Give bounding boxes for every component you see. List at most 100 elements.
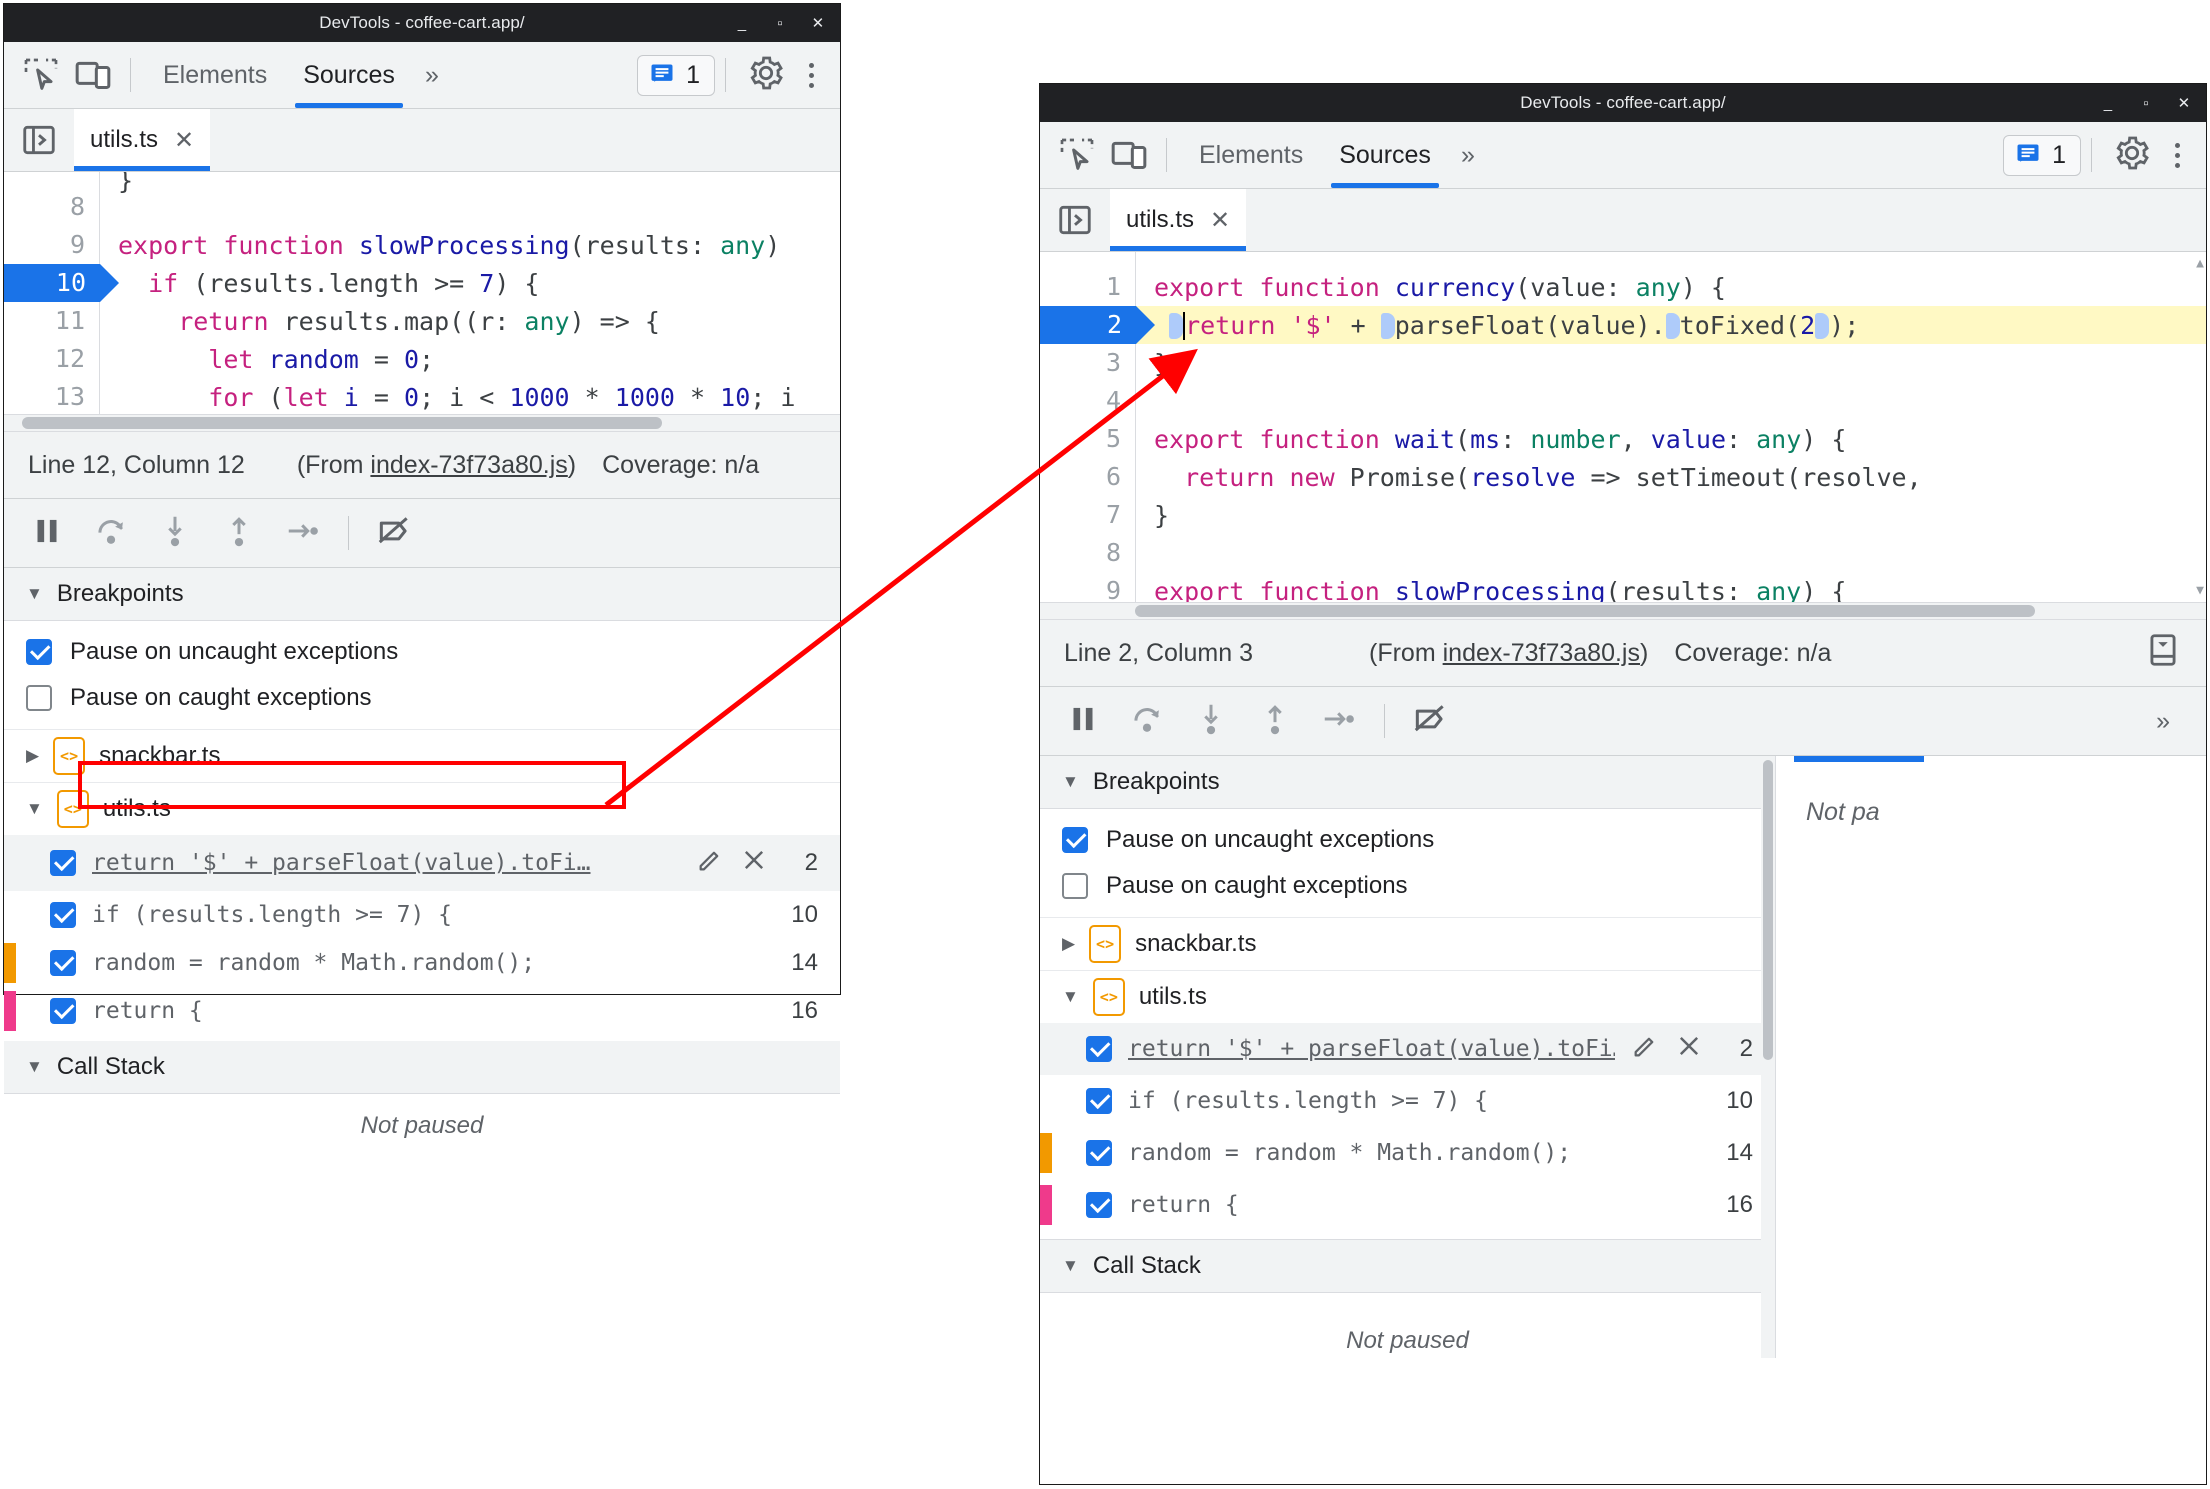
messages-badge[interactable]: 1 (637, 54, 715, 96)
devtools-window-front[interactable]: DevTools - coffee-cart.app/ _ ▫ ✕ Elemen… (1040, 84, 2206, 1484)
breakpoint-snippet[interactable]: random = random * Math.random(); (92, 950, 768, 976)
back-code-editor[interactable]: } 8 9 export function slowProcessing(res… (4, 172, 840, 414)
step-into-icon[interactable] (1192, 700, 1230, 743)
device-toolbar-icon[interactable] (70, 52, 116, 98)
step-over-icon[interactable] (92, 512, 130, 555)
back-breakpoints-section-header[interactable]: ▼ Breakpoints (4, 568, 840, 621)
more-tabs-chevron-icon[interactable]: » (413, 42, 451, 108)
step-over-icon[interactable] (1128, 700, 1166, 743)
breakpoint-checkbox[interactable] (50, 902, 76, 928)
breakpoint-snippet[interactable]: return '$' + parseFloat(value).toFi… (1128, 1036, 1615, 1062)
pause-on-caught-checkbox[interactable] (26, 685, 52, 711)
tab-elements[interactable]: Elements (145, 42, 285, 108)
chevron-down-icon[interactable]: ▼ (26, 799, 43, 819)
devtools-window-back[interactable]: DevTools - coffee-cart.app/ _ ▫ ✕ Elemen… (4, 4, 840, 1139)
step-icon[interactable] (1320, 700, 1358, 743)
front-breakpoints-vscrollbar[interactable] (1761, 756, 1775, 1358)
deactivate-breakpoints-icon[interactable] (375, 512, 413, 555)
pencil-icon[interactable] (696, 846, 724, 880)
breakpoint-snippet[interactable]: if (results.length >= 7) { (92, 902, 768, 928)
deactivate-breakpoints-icon[interactable] (1411, 700, 1449, 743)
chevron-right-icon[interactable]: ▶ (1062, 934, 1075, 954)
breakpoint-snippet[interactable]: return { (92, 998, 768, 1024)
line-number[interactable]: 8 (4, 188, 100, 226)
tab-sources[interactable]: Sources (285, 42, 413, 108)
line-number[interactable]: 7 (1040, 496, 1136, 534)
breakpoint-row[interactable]: return '$' + parseFloat(value).toFi… 2 (1040, 1023, 1775, 1075)
pause-on-uncaught-checkbox[interactable] (1062, 827, 1088, 853)
file-tab-close-icon[interactable]: ✕ (1210, 206, 1230, 235)
inspect-element-icon[interactable] (1054, 132, 1100, 178)
breakpoint-snippet[interactable]: random = random * Math.random(); (1128, 1140, 1703, 1166)
breakpoint-row[interactable]: if (results.length >= 7) { 10 (4, 891, 840, 939)
line-number[interactable]: 6 (1040, 458, 1136, 496)
breakpoint-file-snackbar-ts[interactable]: ▶ <> snackbar.ts (1040, 917, 1775, 970)
front-breakpoints-section-header[interactable]: ▼ Breakpoints (1040, 756, 1775, 809)
line-number[interactable]: 9 (1040, 572, 1136, 602)
back-window-controls[interactable]: _ ▫ ✕ (734, 4, 826, 42)
line-number[interactable]: 2 (1040, 306, 1155, 344)
pause-on-uncaught-checkbox[interactable] (26, 639, 52, 665)
kebab-menu-icon[interactable] (796, 62, 826, 88)
minimize-icon[interactable]: _ (734, 16, 750, 31)
front-editor-hscrollbar[interactable] (1040, 602, 2206, 619)
navigator-panel-toggle-icon[interactable] (1054, 199, 1096, 241)
file-tab-close-icon[interactable]: ✕ (174, 126, 194, 155)
debugger-overflow-chevron-icon[interactable]: » (2144, 707, 2182, 736)
close-icon[interactable] (1675, 1032, 1703, 1066)
source-origin-link[interactable]: index-73f73a80.js (1443, 639, 1640, 667)
pause-on-uncaught-row[interactable]: Pause on uncaught exceptions (1040, 817, 1775, 863)
breakpoint-row[interactable]: return { 16 (4, 987, 840, 1035)
step-icon[interactable] (284, 512, 322, 555)
breakpoint-checkbox[interactable] (1086, 1088, 1112, 1114)
step-out-icon[interactable] (220, 512, 258, 555)
kebab-menu-icon[interactable] (2162, 142, 2192, 168)
breakpoint-checkbox[interactable] (1086, 1036, 1112, 1062)
line-number[interactable]: 4 (1040, 382, 1136, 420)
breakpoint-file-utils-ts[interactable]: ▼ <> utils.ts (1040, 970, 1775, 1023)
breakpoint-snippet[interactable]: return '$' + parseFloat(value).toFi… (92, 850, 680, 876)
close-icon[interactable]: ✕ (810, 16, 826, 31)
pause-on-uncaught-row[interactable]: Pause on uncaught exceptions (4, 629, 840, 675)
pause-resume-icon[interactable] (1064, 700, 1102, 743)
source-origin-link[interactable]: index-73f73a80.js (370, 451, 567, 479)
pencil-icon[interactable] (1631, 1032, 1659, 1066)
front-window-controls[interactable]: _ ▫ ✕ (2100, 84, 2192, 122)
gear-icon[interactable] (746, 53, 786, 98)
chevron-down-icon[interactable]: ▼ (1062, 987, 1079, 1007)
line-number[interactable]: 5 (1040, 420, 1136, 458)
inline-breakpoint-marker[interactable] (1665, 312, 1680, 339)
more-tabs-chevron-icon[interactable]: » (1449, 122, 1487, 188)
pause-on-caught-row[interactable]: Pause on caught exceptions (4, 675, 840, 721)
breakpoint-snippet[interactable]: if (results.length >= 7) { (1128, 1088, 1703, 1114)
breakpoint-row[interactable]: return { 16 (1040, 1179, 1775, 1231)
show-drawer-icon[interactable] (2144, 631, 2182, 676)
breakpoint-checkbox[interactable] (50, 998, 76, 1024)
navigator-panel-toggle-icon[interactable] (18, 119, 60, 161)
inspect-element-icon[interactable] (18, 52, 64, 98)
line-number[interactable]: 8 (1040, 534, 1136, 572)
line-number[interactable]: 9 (4, 226, 100, 264)
pause-on-caught-row[interactable]: Pause on caught exceptions (1040, 863, 1775, 909)
maximize-icon[interactable]: ▫ (2138, 96, 2154, 111)
line-number[interactable]: 10 (4, 264, 119, 302)
device-toolbar-icon[interactable] (1106, 132, 1152, 178)
inline-breakpoint-marker[interactable] (1169, 312, 1184, 339)
breakpoint-snippet[interactable]: return { (1128, 1192, 1703, 1218)
breakpoint-row[interactable]: random = random * Math.random(); 14 (4, 939, 840, 987)
pause-on-caught-checkbox[interactable] (1062, 873, 1088, 899)
line-number[interactable]: 12 (4, 340, 100, 378)
inline-breakpoint-marker[interactable] (1380, 312, 1395, 339)
front-call-stack-section-header[interactable]: ▼ Call Stack (1040, 1239, 1775, 1293)
tab-sources[interactable]: Sources (1321, 122, 1449, 188)
back-editor-hscrollbar[interactable] (4, 414, 840, 431)
maximize-icon[interactable]: ▫ (772, 16, 788, 31)
minimize-icon[interactable]: _ (2100, 96, 2116, 111)
step-into-icon[interactable] (156, 512, 194, 555)
chevron-right-icon[interactable]: ▶ (26, 746, 39, 766)
breakpoint-checkbox[interactable] (50, 850, 76, 876)
front-code-editor[interactable]: 1 export function currency(value: any) {… (1040, 252, 2206, 602)
inline-breakpoint-marker[interactable] (1815, 312, 1830, 339)
messages-badge[interactable]: 1 (2003, 134, 2081, 176)
line-number[interactable]: 11 (4, 302, 100, 340)
